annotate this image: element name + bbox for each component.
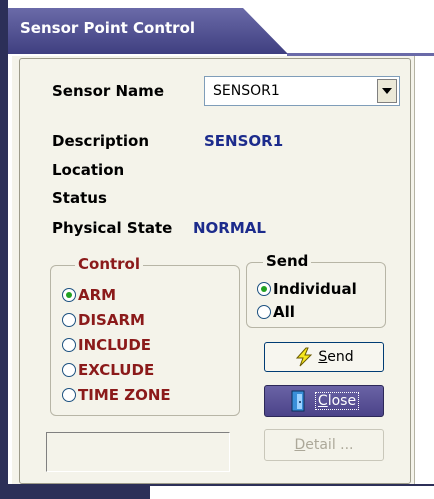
control-option-disarm[interactable]: DISARM [62,311,145,329]
radio-button[interactable] [62,388,76,402]
control-option-label: EXCLUDE [78,361,155,379]
detail-button-mnemonic: D [294,437,306,453]
control-option-include[interactable]: INCLUDE [62,336,151,354]
detail-button-label: etail ... [305,437,354,453]
lightning-icon [296,347,313,367]
control-option-exclude[interactable]: EXCLUDE [62,361,154,379]
control-group-title: Control [75,255,144,273]
radio-button[interactable] [62,313,76,327]
window-edge-left [0,0,8,499]
radio-button[interactable] [257,282,271,296]
sensor-name-value: SENSOR1 [213,83,280,99]
status-field [46,432,230,472]
send-group-title: Send [263,252,312,270]
description-label: Description [52,132,150,150]
dropdown-button[interactable] [377,79,397,103]
close-button-label-wrap: Close [314,392,360,410]
status-label: Status [52,189,107,207]
control-option-label: DISARM [78,311,145,329]
send-button[interactable]: Send [264,342,384,372]
detail-button[interactable]: Detail ... [264,429,384,461]
radio-button[interactable] [62,338,76,352]
control-option-label: INCLUDE [78,336,152,354]
close-button[interactable]: Close [264,385,384,417]
location-label: Location [52,161,125,179]
close-button-label: lose [327,393,357,409]
radio-button[interactable] [62,363,76,377]
window-title: Sensor Point Control [20,19,196,37]
radio-button[interactable] [257,305,271,319]
send-option-label: All [273,303,295,321]
control-option-label: ARM [78,286,117,304]
send-button-label: end [327,349,354,365]
send-button-mnemonic: S [318,349,328,365]
door-exit-icon [291,390,305,412]
close-button-mnemonic: C [317,393,328,409]
control-option-arm[interactable]: ARM [62,286,116,304]
sensor-point-control-window: Sensor Point Control Sensor Name SENSOR1… [0,0,434,499]
physical-state-label: Physical State [52,219,173,237]
chevron-down-icon [382,88,392,94]
control-option-label: TIME ZONE [78,386,171,404]
radio-button[interactable] [62,288,76,302]
physical-state-value: NORMAL [193,219,266,237]
window-edge-bottom-gap [150,486,434,499]
send-option-label: Individual [273,280,357,298]
description-value: SENSOR1 [204,132,284,150]
sensor-name-label: Sensor Name [52,82,164,100]
send-option-all[interactable]: All [257,303,295,321]
send-option-individual[interactable]: Individual [257,280,357,298]
control-option-time-zone[interactable]: TIME ZONE [62,386,171,404]
sensor-name-dropdown[interactable]: SENSOR1 [204,76,400,106]
